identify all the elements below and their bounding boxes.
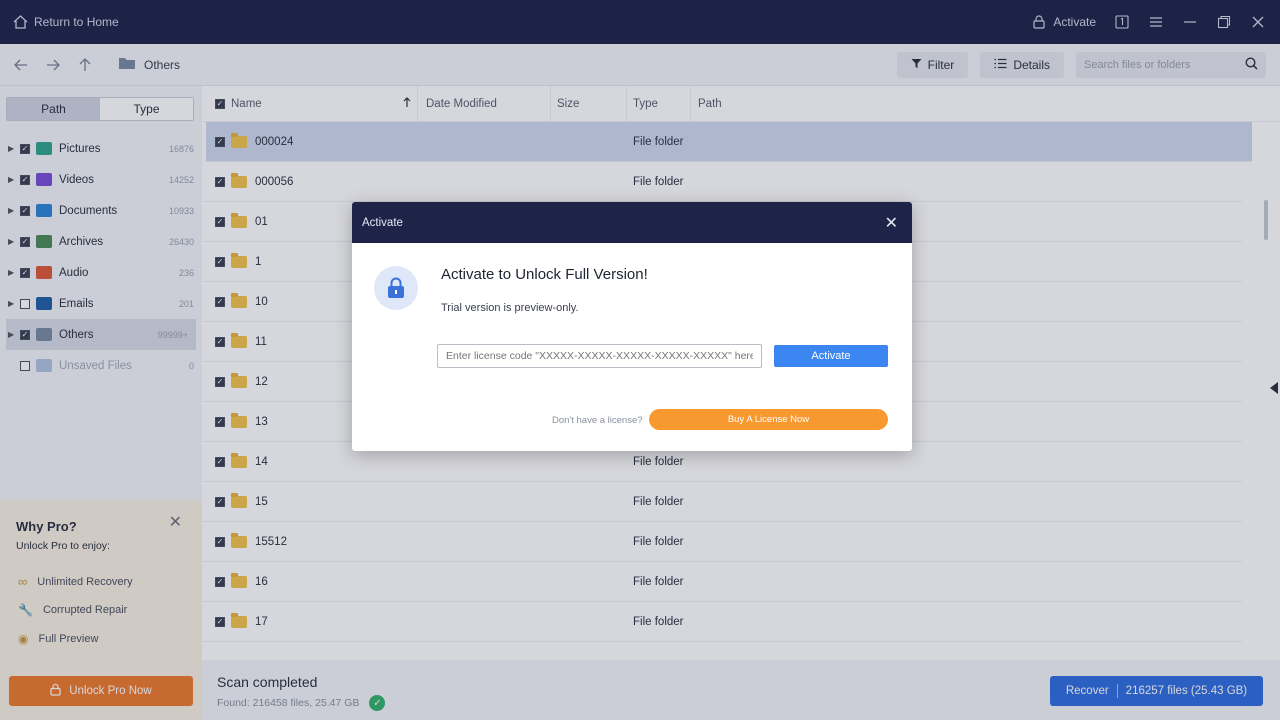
no-license-text: Don't have a license? [552,415,643,426]
dialog-title: Activate [362,216,403,229]
dialog-heading: Activate to Unlock Full Version! [441,266,648,283]
lock-icon [374,266,418,310]
activate-dialog: Activate ✕ Activate to Unlock Full Versi… [352,202,912,451]
trial-text: Trial version is preview-only. [441,302,579,314]
dialog-header: Activate ✕ [352,202,912,243]
buy-license-button[interactable]: Buy A License Now [649,409,888,430]
activate-button[interactable]: Activate [774,345,888,367]
close-icon[interactable]: ✕ [885,213,898,233]
license-code-input[interactable] [437,344,762,368]
